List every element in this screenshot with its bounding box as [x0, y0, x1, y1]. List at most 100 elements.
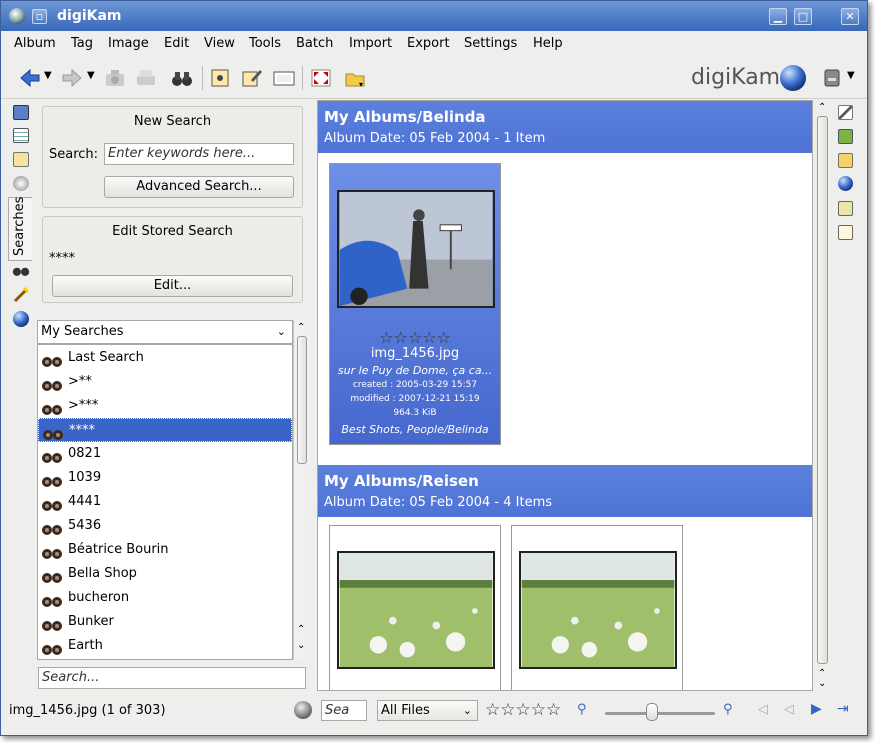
icon-view-scrollbar[interactable]: ⌃ ⌃ ⌄: [814, 100, 831, 691]
thumbnail-card[interactable]: [511, 525, 683, 690]
searches-combo[interactable]: My Searches ⌄: [37, 320, 293, 344]
tags-tab-icon[interactable]: [13, 152, 29, 167]
app-menu-icon[interactable]: [9, 8, 25, 24]
saved-search-item[interactable]: 1039: [38, 466, 292, 490]
fuzzy-search-wand-icon[interactable]: [13, 287, 29, 303]
calendar-tab-icon[interactable]: [13, 128, 29, 143]
geolocation-tab-icon[interactable]: [838, 176, 853, 191]
menu-batch[interactable]: Batch: [296, 36, 333, 51]
metadata-tab-icon[interactable]: [838, 129, 853, 144]
disk-icon[interactable]: [821, 68, 843, 88]
zoom-slider-handle[interactable]: [646, 703, 658, 721]
last-image-icon[interactable]: ⇥: [837, 701, 849, 717]
window-title: digiKam: [57, 8, 122, 24]
image-view-icon[interactable]: [209, 68, 231, 88]
map-search-tab-icon[interactable]: [13, 311, 29, 327]
icon-view[interactable]: My Albums/Belinda Album Date: 05 Feb 200…: [317, 100, 813, 691]
item-comment: sur le Puy de Dome, ça ca...: [337, 364, 493, 377]
saved-searches-list[interactable]: Last Search >** >*** **** 0821 1039 4441 5436 Bé…: [37, 344, 293, 660]
camera-icon[interactable]: [104, 68, 126, 88]
disk-dropdown-icon[interactable]: ▼: [847, 70, 855, 81]
rating-filter-stars[interactable]: ☆☆☆☆☆: [485, 700, 561, 720]
saved-search-label: bucheron: [68, 590, 130, 605]
maximize-button[interactable]: □: [794, 8, 812, 25]
searches-tab-label: Searches: [12, 196, 27, 256]
zoom-slider[interactable]: [605, 712, 715, 715]
close-button[interactable]: ✕: [841, 8, 859, 25]
previous-image-icon[interactable]: ◁: [784, 702, 794, 717]
searches-tab[interactable]: Searches: [8, 197, 32, 261]
zoom-out-icon[interactable]: ⚲: [577, 702, 587, 717]
menu-image[interactable]: Image: [108, 36, 149, 51]
search-list-scroll-thumb[interactable]: [297, 336, 307, 464]
binoculars-icon: [41, 640, 63, 655]
scroll-up-lower-icon[interactable]: ⌃: [297, 624, 305, 635]
edit-search-button[interactable]: Edit...: [52, 275, 293, 297]
menu-view[interactable]: View: [204, 36, 235, 51]
search-filter-input[interactable]: Search...: [38, 667, 306, 689]
caption-tag-tab-icon[interactable]: [838, 201, 853, 216]
saved-search-item[interactable]: Bella Shop: [38, 562, 292, 586]
fullscreen-icon[interactable]: [310, 68, 332, 88]
scroll-down-icon[interactable]: ⌄: [297, 640, 305, 651]
scroll-up-icon[interactable]: ⌃: [818, 102, 826, 113]
forward-arrow-icon[interactable]: [61, 68, 83, 88]
status-search-input[interactable]: Sea: [321, 700, 367, 721]
back-dropdown-icon[interactable]: ▼: [44, 70, 52, 81]
saved-search-item[interactable]: Last Search: [38, 346, 292, 370]
binoculars-icon[interactable]: [171, 68, 193, 88]
back-arrow-icon[interactable]: [19, 68, 41, 88]
scroll-up-icon[interactable]: ⌃: [297, 322, 305, 333]
folder-dropdown-icon[interactable]: ▾: [345, 68, 367, 88]
saved-search-item[interactable]: 4441: [38, 490, 292, 514]
icon-view-scroll-thumb[interactable]: [817, 116, 828, 664]
title-bar[interactable]: ▫ digiKam ▁ □ ✕: [1, 1, 867, 31]
zoom-in-icon[interactable]: ⚲: [723, 702, 733, 717]
saved-search-item[interactable]: ****: [38, 418, 292, 442]
menu-help[interactable]: Help: [533, 36, 563, 51]
album-title: My Albums/Belinda: [324, 108, 486, 126]
item-rating-stars[interactable]: ☆☆☆☆☆: [330, 328, 500, 347]
properties-tab-icon[interactable]: [838, 105, 853, 120]
scroll-down-icon[interactable]: ⌄: [818, 678, 826, 689]
sticky-button[interactable]: ▫: [32, 9, 47, 24]
thumbnail-card-selected[interactable]: ☆☆☆☆☆ img_1456.jpg sur le Puy de Dome, ç…: [329, 163, 501, 445]
minimize-button[interactable]: ▁: [769, 8, 787, 25]
saved-search-item[interactable]: bucheron: [38, 586, 292, 610]
image-editor-icon[interactable]: [241, 68, 263, 88]
file-type-filter-combo[interactable]: All Files ⌄: [377, 700, 478, 721]
saved-search-item[interactable]: >**: [38, 370, 292, 394]
saved-search-item[interactable]: Bunker: [38, 610, 292, 634]
keyword-search-input[interactable]: Enter keywords here...: [104, 143, 294, 165]
stored-search-name: ****: [49, 251, 75, 266]
versions-tab-icon[interactable]: [838, 225, 853, 240]
progress-indicator-icon: [294, 701, 312, 719]
menu-import[interactable]: Import: [349, 36, 392, 51]
next-image-icon[interactable]: ▶: [811, 701, 822, 717]
menu-tools[interactable]: Tools: [249, 36, 281, 51]
menu-export[interactable]: Export: [407, 36, 450, 51]
advanced-search-button[interactable]: Advanced Search...: [104, 176, 294, 198]
saved-search-label: >***: [68, 398, 99, 413]
thumbnail-card[interactable]: [329, 525, 501, 690]
saved-search-item[interactable]: Earth: [38, 634, 292, 658]
saved-search-item[interactable]: 0821: [38, 442, 292, 466]
first-image-icon[interactable]: ◁: [758, 702, 768, 717]
toolbar: ▼ ▼ ▾ digiKam ▼: [1, 57, 867, 99]
forward-dropdown-icon[interactable]: ▼: [87, 70, 95, 81]
scanner-icon[interactable]: [135, 68, 157, 88]
search-list-scrollbar[interactable]: ⌃ ⌃ ⌄: [293, 320, 310, 660]
searches-binoculars-icon[interactable]: [12, 265, 30, 277]
colors-tab-icon[interactable]: [838, 153, 853, 168]
saved-search-item[interactable]: >***: [38, 394, 292, 418]
albums-tab-icon[interactable]: [13, 105, 29, 120]
timeline-tab-icon[interactable]: [13, 176, 29, 191]
menu-album[interactable]: Album: [14, 36, 56, 51]
slideshow-icon[interactable]: [273, 68, 295, 88]
saved-search-item[interactable]: 5436: [38, 514, 292, 538]
menu-edit[interactable]: Edit: [164, 36, 189, 51]
menu-settings[interactable]: Settings: [464, 36, 517, 51]
menu-tag[interactable]: Tag: [71, 36, 93, 51]
saved-search-item[interactable]: Béatrice Bourin: [38, 538, 292, 562]
saved-search-label: 5436: [68, 518, 102, 533]
